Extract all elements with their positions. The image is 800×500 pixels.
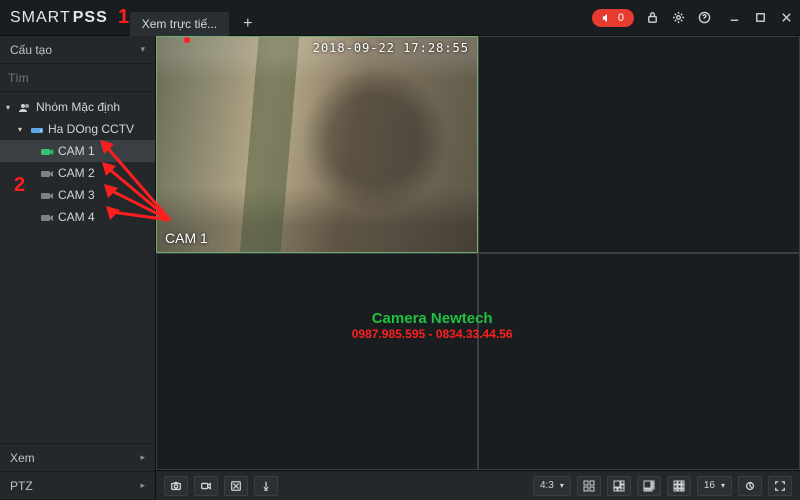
app-body: Cấu tạo ▾ ▾ Nhóm Mặc định ▾ Ha DOng CCTV (0, 36, 800, 500)
device-tree: ▾ Nhóm Mặc định ▾ Ha DOng CCTV CAM 1 CAM… (0, 92, 155, 443)
sidebar-bottom: Xem ▸ PTZ ▸ (0, 443, 155, 500)
layout-4-button[interactable] (577, 476, 601, 496)
record-button[interactable] (194, 476, 218, 496)
footer-right-group: 4:3▾ 16▾ (533, 476, 792, 496)
sidebar: Cấu tạo ▾ ▾ Nhóm Mặc định ▾ Ha DOng CCTV (0, 36, 156, 500)
alert-count: 0 (618, 12, 624, 24)
snapshot-button[interactable] (164, 476, 188, 496)
fullscreen-button[interactable] (768, 476, 792, 496)
camera-icon (40, 146, 54, 156)
chevron-right-icon: ▸ (140, 452, 145, 463)
nvr-icon (30, 124, 44, 134)
video-cell-2[interactable] (478, 36, 800, 253)
expand-icon: ▾ (6, 103, 14, 112)
alert-pill[interactable]: 0 (592, 9, 634, 27)
tree-cam-label: CAM 2 (58, 166, 95, 180)
video-cell-4[interactable] (478, 253, 800, 470)
app-logo: SMART PSS (10, 9, 108, 27)
tree-cam-1[interactable]: CAM 1 (0, 140, 155, 162)
chevron-down-icon: ▾ (140, 44, 145, 55)
logo-text-1: SMART (10, 9, 71, 27)
tab-add-button[interactable]: + (243, 15, 252, 33)
tree-group-default[interactable]: ▾ Nhóm Mặc định (0, 96, 155, 118)
chevron-right-icon: ▸ (140, 480, 145, 491)
video-feed (157, 37, 477, 252)
logo-text-2: PSS (73, 9, 108, 27)
tree-device[interactable]: ▾ Ha DOng CCTV (0, 118, 155, 140)
layout-count-label: 16 (704, 480, 715, 491)
maximize-button[interactable] (752, 10, 768, 26)
footer-toolbar: 4:3▾ 16▾ (156, 470, 800, 500)
gear-icon[interactable] (670, 10, 686, 26)
window-controls (726, 10, 794, 26)
tree-cam-2[interactable]: CAM 2 (0, 162, 155, 184)
app-window: SMART PSS Xem trực tiế... + 0 17:18:56 C… (0, 0, 800, 500)
sidebar-section-structure[interactable]: Cấu tạo ▾ (0, 36, 155, 64)
search-input[interactable] (8, 71, 163, 85)
sidebar-section-view[interactable]: Xem ▸ (0, 444, 155, 472)
video-cell-3[interactable] (156, 253, 478, 470)
help-icon[interactable] (696, 10, 712, 26)
tab-label: Xem trực tiế... (142, 17, 217, 31)
osd-camera-name: CAM 1 (165, 230, 208, 246)
osd-timestamp: 2018-09-22 17:28:55 (313, 41, 469, 55)
camera-icon (40, 190, 54, 200)
sidebar-section-label: Xem (10, 451, 35, 465)
tree-group-label: Nhóm Mặc định (36, 100, 120, 114)
group-icon (18, 102, 32, 112)
layout-9-button[interactable] (667, 476, 691, 496)
sidebar-search (0, 64, 155, 92)
aspect-ratio-select[interactable]: 4:3▾ (533, 476, 571, 496)
tree-cam-label: CAM 3 (58, 188, 95, 202)
layout-6-button[interactable] (607, 476, 631, 496)
main-panel: 2018-09-22 17:28:55 CAM 1 4:3▾ (156, 36, 800, 500)
tree-cam-3[interactable]: CAM 3 (0, 184, 155, 206)
volume-icon (602, 13, 612, 23)
titlebar: SMART PSS Xem trực tiế... + 0 (0, 0, 800, 36)
title-icon-group (644, 10, 712, 26)
lock-icon[interactable] (644, 10, 660, 26)
tree-device-label: Ha DOng CCTV (48, 122, 134, 136)
tree-cam-label: CAM 1 (58, 144, 95, 158)
camera-icon (40, 168, 54, 178)
tree-cam-4[interactable]: CAM 4 (0, 206, 155, 228)
minimize-button[interactable] (726, 10, 742, 26)
sidebar-section-label: PTZ (10, 479, 33, 493)
tree-cam-label: CAM 4 (58, 210, 95, 224)
layout-8-button[interactable] (637, 476, 661, 496)
expand-icon: ▾ (18, 125, 26, 134)
footer-left-group (164, 476, 278, 496)
camera-icon (40, 212, 54, 222)
talk-button[interactable] (254, 476, 278, 496)
layout-16-button[interactable]: 16▾ (697, 476, 732, 496)
tour-button[interactable] (738, 476, 762, 496)
tab-live-view[interactable]: Xem trực tiế... (130, 12, 229, 36)
close-button[interactable] (778, 10, 794, 26)
video-cell-1[interactable]: 2018-09-22 17:28:55 CAM 1 (156, 36, 478, 253)
sidebar-section-label: Cấu tạo (10, 43, 52, 57)
stop-all-button[interactable] (224, 476, 248, 496)
sidebar-section-ptz[interactable]: PTZ ▸ (0, 472, 155, 500)
video-grid: 2018-09-22 17:28:55 CAM 1 (156, 36, 800, 470)
aspect-ratio-label: 4:3 (540, 480, 554, 491)
